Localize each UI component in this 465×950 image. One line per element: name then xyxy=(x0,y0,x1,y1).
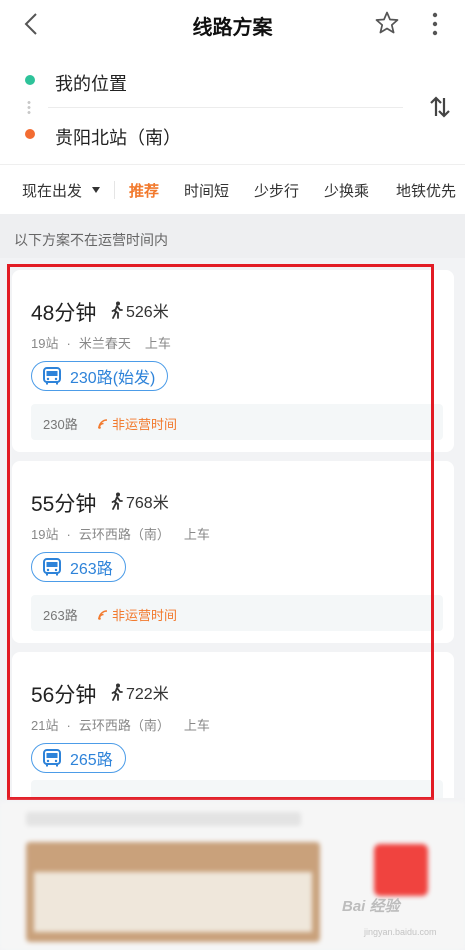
ad-button[interactable] xyxy=(374,844,428,896)
bus-line-label: 230路(始发) xyxy=(70,370,156,387)
signal-icon xyxy=(98,609,108,620)
walk-distance-value: 526米 xyxy=(126,304,169,321)
service-status: 230路 非运营时间 xyxy=(31,404,443,440)
route-meta: 19站 · 米兰春天 上车 xyxy=(31,336,171,351)
walk-distance-value: 768米 xyxy=(126,495,169,512)
station-count: 19站 xyxy=(31,527,59,542)
tab-recommended[interactable]: 推荐 xyxy=(129,180,159,201)
route-card[interactable]: 56分钟 722米 21站 · 云环西路（南） 上车 265路 xyxy=(12,652,454,798)
tab-less-walking[interactable]: 少步行 xyxy=(254,180,299,201)
signal-icon xyxy=(98,418,108,429)
tab-subway-first[interactable]: 地铁优先 xyxy=(396,180,456,201)
more-vertical-icon[interactable] xyxy=(424,10,446,38)
header-bar: 线路方案 xyxy=(0,0,465,48)
destination-dot-icon xyxy=(25,129,35,139)
route-duration: 55分钟 xyxy=(31,493,97,516)
origin-dot-icon xyxy=(25,75,35,85)
walk-distance-value: 722米 xyxy=(126,686,169,703)
walk-icon xyxy=(111,683,123,701)
status-flag: 非运营时间 xyxy=(97,414,177,433)
route-card[interactable]: 48分钟 526米 19站 · 米兰春天 上车 230路(始发) 230路 非运营时间 xyxy=(12,270,454,452)
route-meta: 19站 · 云环西路（南） 上车 xyxy=(31,527,210,542)
status-text: 非运营时间 xyxy=(112,417,178,432)
walk-distance: 526米 xyxy=(110,298,169,322)
ad-image-inner xyxy=(34,872,312,932)
board-label: 上车 xyxy=(144,336,171,351)
boarding-stop: 米兰春天 xyxy=(78,336,131,351)
status-text: 非运营时间 xyxy=(112,608,178,623)
origin-text: 我的位置 xyxy=(55,74,127,94)
bus-line-chip[interactable]: 263路 xyxy=(31,552,126,582)
bus-icon xyxy=(43,367,61,385)
destination-text: 贵阳北站（南） xyxy=(55,128,181,148)
board-label: 上车 xyxy=(183,718,210,733)
route-dots-divider xyxy=(27,100,31,116)
station-count: 19站 xyxy=(31,336,59,351)
route-card[interactable]: 55分钟 768米 19站 · 云环西路（南） 上车 263路 263路 非运营时间 xyxy=(12,461,454,643)
tab-less-transfer[interactable]: 少换乘 xyxy=(324,180,369,201)
walk-distance: 768米 xyxy=(110,489,169,513)
destination-row[interactable]: 贵阳北站（南） xyxy=(0,115,400,155)
route-duration: 48分钟 xyxy=(31,302,97,325)
walk-distance: 722米 xyxy=(110,680,169,704)
status-flag: 非运营时间 xyxy=(97,605,177,624)
watermark-logo: Bai 经验 xyxy=(342,898,400,915)
bus-icon xyxy=(43,558,61,576)
station-count: 21站 xyxy=(31,718,59,733)
status-route: 263路 xyxy=(43,608,78,623)
status-route: 230路 xyxy=(43,417,78,432)
boarding-stop: 云环西路（南） xyxy=(78,718,170,733)
service-status: 263路 非运营时间 xyxy=(31,595,443,631)
bus-line-chip[interactable]: 265路 xyxy=(31,743,126,773)
board-label: 上车 xyxy=(183,527,210,542)
bus-line-label: 265路 xyxy=(70,752,113,769)
service-status xyxy=(31,780,443,798)
tab-shortest-time[interactable]: 时间短 xyxy=(184,180,229,201)
swap-icon[interactable] xyxy=(428,94,452,120)
boarding-stop: 云环西路（南） xyxy=(78,527,170,542)
ad-text-line xyxy=(26,812,301,826)
bus-line-label: 263路 xyxy=(70,561,113,578)
walk-icon xyxy=(111,492,123,510)
bus-line-chip[interactable]: 230路(始发) xyxy=(31,361,169,391)
watermark-url: jingyan.baidu.com xyxy=(364,927,437,937)
filter-bar: 现在出发 推荐 时间短 少步行 少换乘 地铁优先 xyxy=(0,164,465,214)
filter-divider xyxy=(114,181,115,199)
depart-time-label: 现在出发 xyxy=(22,183,83,200)
notice-text: 以下方案不在运营时间内 xyxy=(14,232,168,248)
walk-icon xyxy=(111,301,123,319)
caret-down-icon xyxy=(92,187,101,193)
location-divider xyxy=(48,107,403,108)
bus-icon xyxy=(43,749,61,767)
origin-row[interactable]: 我的位置 xyxy=(0,61,400,101)
route-meta: 21站 · 云环西路（南） 上车 xyxy=(31,718,210,733)
notice-banner: 以下方案不在运营时间内 xyxy=(0,214,465,258)
location-panel: 我的位置 贵阳北站（南） xyxy=(0,48,465,164)
route-duration: 56分钟 xyxy=(31,684,97,707)
depart-time-dropdown[interactable]: 现在出发 xyxy=(22,180,101,201)
star-icon[interactable] xyxy=(374,10,400,36)
